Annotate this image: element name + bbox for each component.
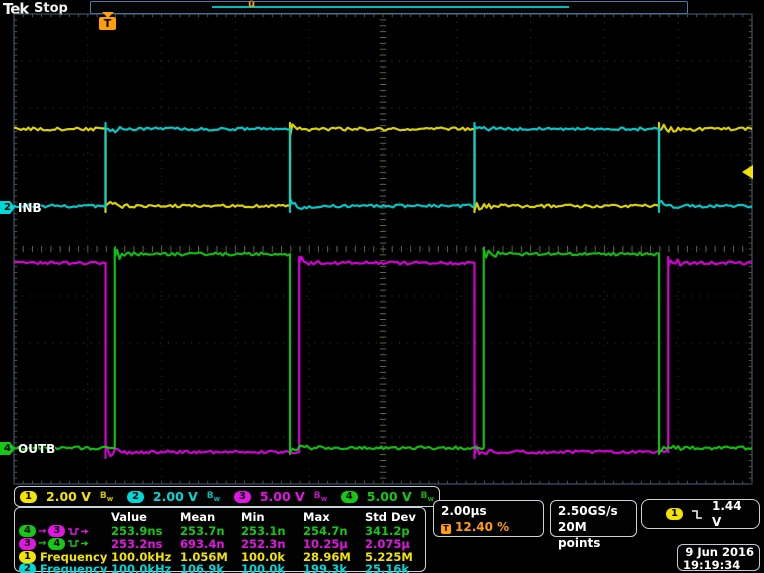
trigger-level-arrow-icon[interactable]	[742, 165, 753, 179]
date: 9 Jun 2016	[683, 546, 754, 559]
channel2-badge: 2	[0, 201, 15, 214]
trigger-position-readout: T12.40 %	[441, 519, 536, 535]
delay-arrow: →	[38, 526, 46, 537]
oscilloscope-screen: Tek Stop ū T 2 INB 4 OUTB 1 2.00 V Bw 2 …	[0, 0, 764, 573]
delay-edges-icon	[67, 538, 89, 549]
measurement-row-ch1-frequency[interactable]: 1 Frequency 100.0kHz 1.056M 100.0k 28.96…	[19, 550, 425, 563]
falling-edge-icon	[691, 508, 704, 520]
horizontal-settings-box[interactable]: 2.00µs T12.40 %	[433, 500, 544, 537]
bandwidth-limit-icon: Bw	[421, 491, 434, 503]
channel2-readout[interactable]: 2 2.00 V Bw	[127, 489, 220, 504]
channel4-number-badge: 4	[341, 491, 358, 503]
channel3-readout[interactable]: 3 5.00 V Bw	[234, 489, 327, 504]
delay-arrow: →	[38, 538, 46, 549]
datetime-box: 9 Jun 2016 19:19:34	[677, 544, 760, 571]
measurement-row-ch2-frequency[interactable]: 2 Frequency 100.0kHz 106.9k 100.0k 199.3…	[19, 562, 425, 573]
trigger-source-badge: 1	[666, 508, 683, 520]
channel4-waveform-label: OUTB	[18, 442, 55, 456]
header-stddev: Std Dev	[365, 510, 425, 524]
channel2-scale: 2.00 V	[153, 489, 198, 504]
meas-mean: 106.9k	[180, 562, 241, 573]
channel2-waveform-label: INB	[18, 201, 42, 215]
channel1-badge: 1	[19, 551, 36, 563]
trigger-settings-box[interactable]: 1 1.44 V	[641, 499, 760, 529]
bandwidth-limit-icon: Bw	[100, 491, 113, 503]
bandwidth-limit-icon: Bw	[314, 491, 327, 503]
channel2-badge: 2	[19, 563, 36, 573]
time: 19:19:34	[683, 559, 754, 572]
measurement-row-delay-3-4[interactable]: 3 → 4 253.2ns 693.4n 252.3n 10.25µ 2.075…	[19, 537, 425, 550]
header-mean: Mean	[180, 510, 241, 524]
measurement-name: Frequency	[40, 562, 107, 573]
sample-rate: 2.50GS/s	[558, 503, 629, 519]
meas-stddev: 199.3k	[303, 562, 365, 573]
channel4-badge: 4	[0, 442, 15, 455]
measurement-source: 2 Frequency	[19, 562, 111, 573]
header-value: Value	[111, 510, 180, 524]
channel4-badge: 4	[19, 525, 36, 537]
channel3-scale: 5.00 V	[260, 489, 305, 504]
header-min: Min	[241, 510, 303, 524]
measurement-source: 3 → 4	[19, 538, 111, 550]
channel3-number-badge: 3	[234, 491, 251, 503]
meas-min: 100.0k	[241, 562, 303, 573]
measurement-row-delay-4-3[interactable]: 4 → 3 253.9ns 253.7n 253.1n 254.7n 341.2…	[19, 524, 425, 537]
header-max: Max	[303, 510, 365, 524]
channel1-number-badge: 1	[20, 491, 37, 503]
trigger-level: 1.44 V	[712, 498, 751, 530]
channel3-badge: 3	[19, 538, 36, 550]
channel3-badge: 3	[48, 525, 65, 537]
channel2-number-badge: 2	[127, 491, 144, 503]
timebase-scale: 2.00µs	[441, 503, 536, 519]
trigger-position-icon: T	[441, 524, 451, 534]
record-length: 20M points	[558, 519, 629, 551]
channel4-badge: 4	[48, 538, 65, 550]
measurement-table[interactable]: Value Mean Min Max Std Dev 4 → 3 253.9ns…	[14, 507, 426, 572]
delay-edges-icon	[67, 526, 89, 537]
meas-stddev: 25.16k	[365, 562, 425, 573]
channel1-readout[interactable]: 1 2.00 V Bw	[20, 489, 113, 504]
channel2-position-marker[interactable]: 2 INB	[0, 201, 42, 214]
measurement-header-row: Value Mean Min Max Std Dev	[19, 510, 425, 524]
trigger-marker-flag-icon[interactable]: T	[99, 17, 116, 30]
meas-value: 100.0kHz	[111, 562, 180, 573]
channel-readout-bar: 1 2.00 V Bw 2 2.00 V Bw 3 5.00 V Bw 4 5.…	[14, 486, 440, 507]
bandwidth-limit-icon: Bw	[207, 491, 220, 503]
channel4-position-marker[interactable]: 4 OUTB	[0, 442, 55, 455]
channel4-scale: 5.00 V	[367, 489, 412, 504]
channel4-readout[interactable]: 4 5.00 V Bw	[341, 489, 434, 504]
channel1-scale: 2.00 V	[46, 489, 91, 504]
measurement-source: 4 → 3	[19, 525, 111, 537]
acquisition-settings-box[interactable]: 2.50GS/s 20M points	[550, 500, 637, 537]
